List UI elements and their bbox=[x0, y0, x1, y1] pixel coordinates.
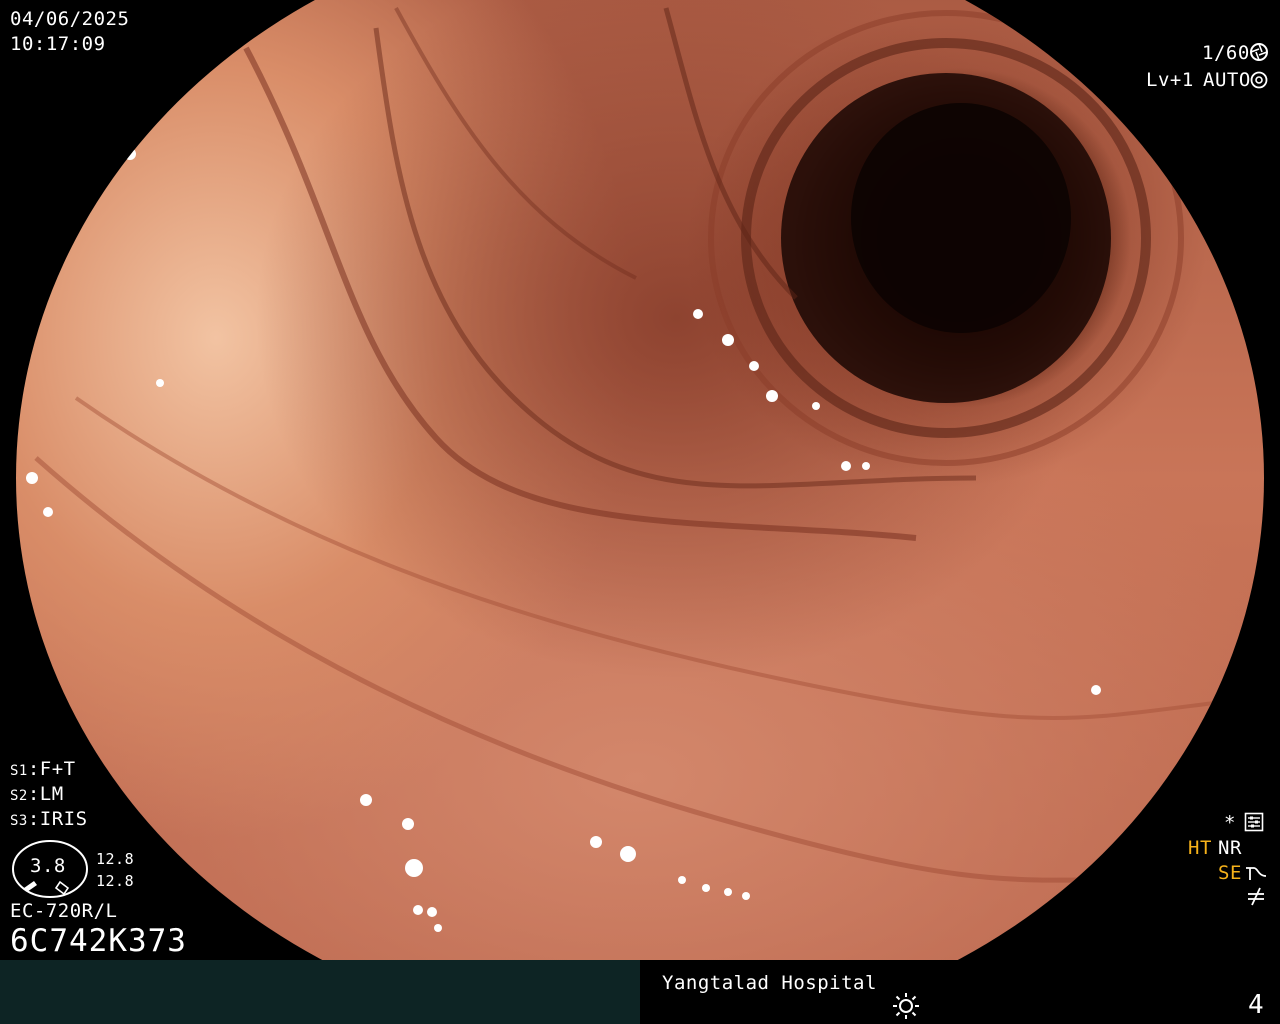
status-star: * bbox=[1224, 812, 1236, 834]
setting-s3-value: :IRIS bbox=[27, 808, 88, 830]
footer-left-panel bbox=[0, 960, 640, 1024]
gauge-top-value: 12.8 bbox=[96, 850, 135, 868]
iris-icon bbox=[1250, 71, 1268, 89]
scope-model: EC-720R/L bbox=[10, 900, 118, 922]
exam-time: 10:17:09 bbox=[10, 33, 106, 55]
aperture-icon bbox=[1250, 43, 1268, 61]
hospital-name: Yangtalad Hospital bbox=[662, 972, 877, 994]
setting-s2: S2:LM bbox=[10, 783, 64, 807]
scope-serial: 6C742K373 bbox=[10, 923, 187, 959]
setting-s1-label: S1 bbox=[10, 763, 28, 779]
setting-s3-label: S3 bbox=[10, 813, 28, 829]
setting-s1: S1:F+T bbox=[10, 758, 76, 782]
page-number: 4 bbox=[1248, 990, 1265, 1020]
gauge-bottom-value: 12.8 bbox=[96, 872, 135, 890]
setting-s2-label: S2 bbox=[10, 788, 28, 804]
setting-s2-value: :LM bbox=[27, 783, 64, 805]
exam-date: 04/06/2025 bbox=[10, 8, 130, 30]
not-equal-icon bbox=[1248, 887, 1264, 906]
status-se: SE bbox=[1218, 862, 1242, 884]
curve-icon bbox=[1246, 867, 1267, 880]
setting-s1-value: :F+T bbox=[27, 758, 76, 780]
iris-mode: AUTO bbox=[1203, 69, 1251, 91]
endoscopic-image bbox=[16, 0, 1264, 1024]
setting-s3: S3:IRIS bbox=[10, 808, 88, 832]
shutter-speed: 1/60 bbox=[1202, 42, 1250, 64]
footer-bar bbox=[0, 960, 1280, 1024]
status-nr: NR bbox=[1218, 837, 1242, 859]
gauge-value: 3.8 bbox=[30, 855, 66, 877]
brightness-level: Lv+1 bbox=[1146, 69, 1194, 91]
status-ht: HT bbox=[1188, 837, 1212, 859]
endoscopy-screen: 04/06/2025 10:17:09 1/60 Lv+1 AUTO S1:F+… bbox=[0, 0, 1280, 1024]
mucosa-illustration bbox=[26, 7, 1257, 932]
settings-sliders-icon bbox=[1244, 812, 1264, 832]
sun-icon bbox=[893, 993, 919, 1019]
